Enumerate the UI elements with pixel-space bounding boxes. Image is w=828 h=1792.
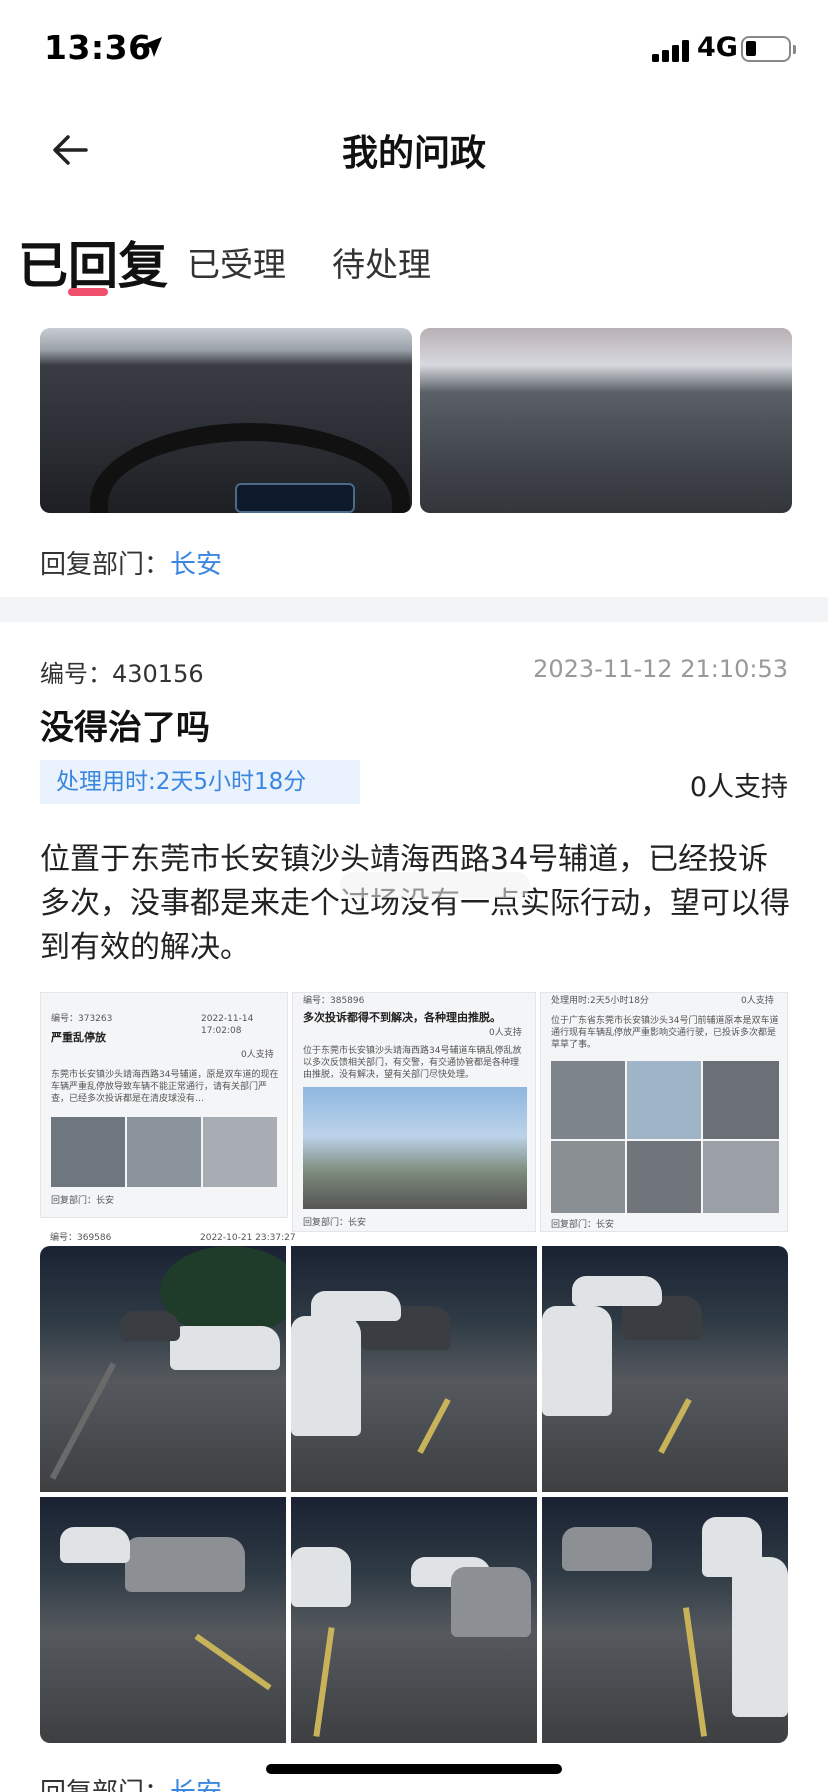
attached-photo[interactable] [291,1497,537,1743]
embedded-dept: 回复部门：长安 [51,1196,115,1206]
reply-department: 回复部门：长安 [40,544,222,581]
attached-photo[interactable]: 编号：385896 多次投诉都得不到解决，各种理由推脱。 0人支持 位于东莞市长… [292,992,536,1232]
status-time: 13:36 [44,28,152,67]
attached-photo[interactable] [420,328,792,513]
reply-department-link[interactable]: 长安 [170,1778,222,1792]
embedded-id: 编号：369586 [50,1233,112,1243]
reply-department-link[interactable]: 长安 [170,550,222,580]
cellular-signal-icon [652,38,690,62]
attached-photo[interactable] [542,1246,788,1492]
tab-bar: 已回复 已受理 待处理 [0,218,828,308]
card-id: 编号：430156 [40,654,204,689]
embedded-id: 编号：373263 [51,1014,113,1024]
watermark [340,872,530,898]
attached-photo[interactable] [40,1497,286,1743]
page-title: 我的问政 [341,133,486,174]
card-timestamp: 2023-11-12 21:10:53 [533,655,788,683]
embedded-title: 严重乱停放 [51,1031,106,1044]
embedded-support: 0人支持 [489,1028,522,1038]
tab-pending[interactable]: 待处理 [332,238,431,286]
embedded-title: 处理用时:2天5小时18分 [551,996,649,1006]
active-tab-indicator [68,288,108,296]
embedded-support: 0人支持 [241,1050,274,1060]
support-count[interactable]: 0人支持 [690,765,788,804]
card-title[interactable]: 没得治了吗 [40,700,210,749]
status-bar: 13:36 4G [0,0,828,100]
attached-photo[interactable] [40,1246,286,1492]
section-divider [0,597,828,622]
attached-photo[interactable] [40,328,412,513]
embedded-support: 0人支持 [741,996,774,1006]
attached-photo[interactable] [542,1497,788,1743]
location-arrow-icon [142,37,162,57]
attached-photo[interactable]: 处理用时:2天5小时18分 0人支持 位于广东省东莞市长安镇沙头34号门前辅道原… [540,992,788,1232]
attached-photo[interactable] [291,1246,537,1492]
card-id-value: 430156 [112,660,204,688]
battery-icon [741,36,796,62]
network-type: 4G [697,32,738,63]
reply-department-label: 回复部门： [40,1778,170,1792]
processing-time-badge: 处理用时:2天5小时18分 [40,760,360,804]
embedded-title: 多次投诉都得不到解决，各种理由推脱。 [303,1011,501,1024]
embedded-time: 2022-11-14 17:02:08 [201,1014,254,1036]
embedded-body: 东莞市长安镇沙头靖海西路34号辅道，原是双车道的现在车辆严重乱停放导致车辆不能正… [51,1070,279,1104]
reply-department-label: 回复部门： [40,550,171,580]
embedded-time: 2022-10-21 23:37:27 [200,1233,296,1243]
embedded-id: 编号：385896 [303,996,365,1006]
card-id-label: 编号： [40,660,112,688]
embedded-dept: 回复部门：长安 [551,1220,615,1230]
embedded-body: 位于东莞市长安镇沙头靖海西路34号辅道车辆乱停乱放以多次反馈相关部门，有交警，有… [303,1046,522,1080]
tab-accepted[interactable]: 已受理 [187,238,286,286]
embedded-body: 位于广东省东莞市长安镇沙头34号门前辅道原本是双车道通行现有车辆乱停放严重影响交… [551,1016,779,1050]
reply-department: 回复部门：长安 [40,1772,222,1792]
card-body-text: 位置于东莞市长安镇沙头靖海西路34号辅道，已经投诉多次，没事都是来走个过场没有一… [40,842,790,965]
embedded-dept: 回复部门：长安 [303,1218,367,1228]
attached-photo[interactable]: 编号：373263 2022-11-14 17:02:08 严重乱停放 0人支持… [40,992,288,1218]
home-indicator [266,1764,562,1774]
